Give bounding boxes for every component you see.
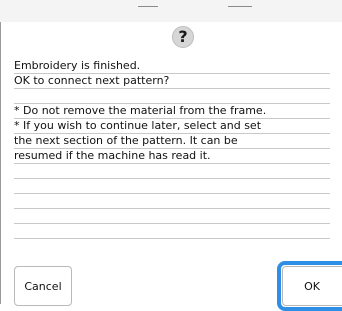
- message-line: [14, 208, 330, 224]
- ok-button[interactable]: OK: [282, 266, 342, 306]
- ok-button-label: OK: [304, 279, 320, 293]
- message-line: Embroidery is finished.: [14, 58, 330, 74]
- message-line: [14, 193, 330, 209]
- message-line: * Do not remove the material from the fr…: [14, 103, 330, 119]
- message-line: [14, 178, 330, 194]
- question-icon: ?: [172, 26, 194, 48]
- cancel-button-label: Cancel: [24, 279, 62, 293]
- message-line: [14, 88, 330, 104]
- question-glyph: ?: [178, 27, 188, 46]
- message-line: the next section of the pattern. It can …: [14, 133, 330, 149]
- top-bar-mark: [228, 6, 252, 7]
- top-bar-mark: [138, 6, 158, 7]
- message-line: OK to connect next pattern?: [14, 73, 330, 89]
- cancel-button[interactable]: Cancel: [14, 266, 72, 306]
- message-line: [14, 223, 330, 239]
- message-line: * If you wish to continue later, select …: [14, 118, 330, 134]
- message-line: resumed if the machine has read it.: [14, 148, 330, 164]
- top-bar: [0, 0, 342, 22]
- message-line: [14, 163, 330, 179]
